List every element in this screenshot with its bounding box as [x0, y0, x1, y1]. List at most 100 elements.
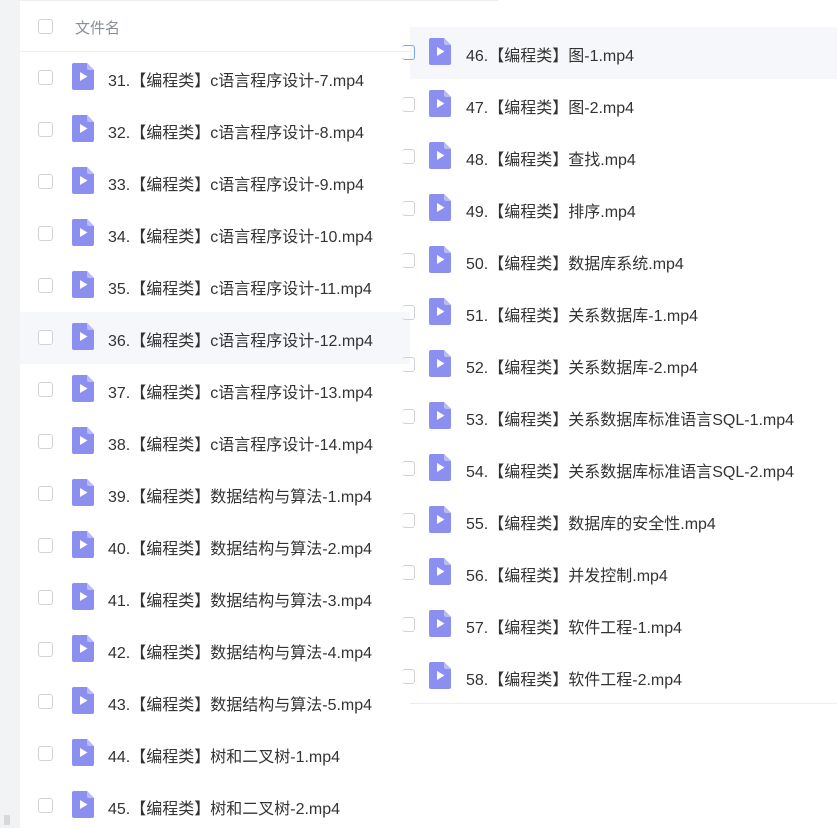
file-row[interactable]: 58.【编程类】软件工程-2.mp4	[402, 651, 837, 703]
file-row[interactable]: 49.【编程类】排序.mp4	[402, 183, 837, 235]
file-name[interactable]: 32.【编程类】c语言程序设计-8.mp4	[108, 119, 364, 143]
file-row[interactable]: 36.【编程类】c语言程序设计-12.mp4	[20, 312, 410, 364]
row-checkbox[interactable]	[38, 746, 53, 761]
file-row[interactable]: 47.【编程类】图-2.mp4	[402, 79, 837, 131]
file-name[interactable]: 41.【编程类】数据结构与算法-3.mp4	[108, 587, 372, 611]
file-name[interactable]: 56.【编程类】并发控制.mp4	[466, 562, 668, 586]
select-all-checkbox[interactable]	[38, 19, 53, 34]
right-file-list: 46.【编程类】图-1.mp4 47.【编程类】图-2.mp4 48.【编程类】查找…	[402, 27, 837, 703]
video-file-icon	[429, 142, 451, 169]
row-checkbox[interactable]	[38, 278, 53, 293]
file-row[interactable]: 44.【编程类】树和二叉树-1.mp4	[20, 728, 410, 780]
file-name[interactable]: 33.【编程类】c语言程序设计-9.mp4	[108, 171, 364, 195]
file-name[interactable]: 31.【编程类】c语言程序设计-7.mp4	[108, 67, 364, 91]
file-row[interactable]: 54.【编程类】关系数据库标准语言SQL-2.mp4	[402, 443, 837, 495]
video-file-icon	[72, 583, 94, 610]
file-name[interactable]: 50.【编程类】数据库系统.mp4	[466, 250, 684, 274]
row-checkbox[interactable]	[38, 642, 53, 657]
video-file-icon	[429, 246, 451, 273]
row-checkbox[interactable]	[402, 149, 415, 164]
file-name[interactable]: 44.【编程类】树和二叉树-1.mp4	[108, 743, 340, 767]
file-name[interactable]: 48.【编程类】查找.mp4	[466, 146, 636, 170]
file-row[interactable]: 56.【编程类】并发控制.mp4	[402, 547, 837, 599]
video-file-icon	[72, 427, 94, 454]
row-checkbox[interactable]	[402, 617, 415, 632]
row-checkbox[interactable]	[38, 538, 53, 553]
row-checkbox[interactable]	[402, 461, 415, 476]
file-row[interactable]: 43.【编程类】数据结构与算法-5.mp4	[20, 676, 410, 728]
video-file-icon	[72, 167, 94, 194]
row-checkbox[interactable]	[402, 45, 415, 60]
file-name[interactable]: 45.【编程类】树和二叉树-2.mp4	[108, 795, 340, 819]
file-row[interactable]: 37.【编程类】c语言程序设计-13.mp4	[20, 364, 410, 416]
file-name[interactable]: 37.【编程类】c语言程序设计-13.mp4	[108, 379, 373, 403]
file-name[interactable]: 42.【编程类】数据结构与算法-4.mp4	[108, 639, 372, 663]
file-name[interactable]: 38.【编程类】c语言程序设计-14.mp4	[108, 431, 373, 455]
file-name[interactable]: 54.【编程类】关系数据库标准语言SQL-2.mp4	[466, 458, 794, 482]
video-file-icon	[429, 194, 451, 221]
row-checkbox[interactable]	[38, 434, 53, 449]
file-name[interactable]: 40.【编程类】数据结构与算法-2.mp4	[108, 535, 372, 559]
file-name[interactable]: 47.【编程类】图-2.mp4	[466, 94, 634, 118]
row-checkbox[interactable]	[38, 590, 53, 605]
row-checkbox[interactable]	[402, 253, 415, 268]
row-checkbox[interactable]	[38, 122, 53, 137]
file-name[interactable]: 35.【编程类】c语言程序设计-11.mp4	[108, 275, 372, 299]
row-checkbox[interactable]	[402, 201, 415, 216]
file-name[interactable]: 43.【编程类】数据结构与算法-5.mp4	[108, 691, 372, 715]
file-row[interactable]: 32.【编程类】c语言程序设计-8.mp4	[20, 104, 410, 156]
file-row[interactable]: 40.【编程类】数据结构与算法-2.mp4	[20, 520, 410, 572]
file-row[interactable]: 45.【编程类】树和二叉树-2.mp4	[20, 780, 410, 828]
row-checkbox[interactable]	[38, 798, 53, 813]
file-name[interactable]: 58.【编程类】软件工程-2.mp4	[466, 666, 682, 690]
file-row[interactable]: 48.【编程类】查找.mp4	[402, 131, 837, 183]
row-checkbox[interactable]	[402, 97, 415, 112]
row-checkbox[interactable]	[38, 486, 53, 501]
file-row[interactable]: 53.【编程类】关系数据库标准语言SQL-1.mp4	[402, 391, 837, 443]
video-file-icon	[429, 350, 451, 377]
row-checkbox[interactable]	[38, 382, 53, 397]
video-file-icon	[72, 63, 94, 90]
file-row[interactable]: 50.【编程类】数据库系统.mp4	[402, 235, 837, 287]
file-row[interactable]: 51.【编程类】关系数据库-1.mp4	[402, 287, 837, 339]
row-checkbox[interactable]	[402, 513, 415, 528]
row-checkbox[interactable]	[402, 357, 415, 372]
file-name[interactable]: 52.【编程类】关系数据库-2.mp4	[466, 354, 698, 378]
row-checkbox[interactable]	[402, 565, 415, 580]
file-name[interactable]: 36.【编程类】c语言程序设计-12.mp4	[108, 327, 373, 351]
file-row[interactable]: 34.【编程类】c语言程序设计-10.mp4	[20, 208, 410, 260]
file-row[interactable]: 38.【编程类】c语言程序设计-14.mp4	[20, 416, 410, 468]
row-checkbox[interactable]	[402, 409, 415, 424]
file-row[interactable]: 33.【编程类】c语言程序设计-9.mp4	[20, 156, 410, 208]
row-checkbox[interactable]	[402, 669, 415, 684]
file-row[interactable]: 39.【编程类】数据结构与算法-1.mp4	[20, 468, 410, 520]
video-file-icon	[72, 635, 94, 662]
row-checkbox[interactable]	[38, 330, 53, 345]
row-checkbox[interactable]	[38, 226, 53, 241]
row-checkbox[interactable]	[38, 174, 53, 189]
file-row[interactable]: 52.【编程类】关系数据库-2.mp4	[402, 339, 837, 391]
file-name[interactable]: 49.【编程类】排序.mp4	[466, 198, 636, 222]
file-row[interactable]: 57.【编程类】软件工程-1.mp4	[402, 599, 837, 651]
file-row[interactable]: 42.【编程类】数据结构与算法-4.mp4	[20, 624, 410, 676]
row-checkbox[interactable]	[402, 305, 415, 320]
file-name[interactable]: 39.【编程类】数据结构与算法-1.mp4	[108, 483, 372, 507]
file-row[interactable]: 41.【编程类】数据结构与算法-3.mp4	[20, 572, 410, 624]
row-checkbox[interactable]	[38, 70, 53, 85]
file-name[interactable]: 53.【编程类】关系数据库标准语言SQL-1.mp4	[466, 406, 794, 430]
file-row[interactable]: 31.【编程类】c语言程序设计-7.mp4	[20, 52, 410, 104]
video-file-icon	[72, 323, 94, 350]
file-name[interactable]: 34.【编程类】c语言程序设计-10.mp4	[108, 223, 373, 247]
file-name[interactable]: 55.【编程类】数据库的安全性.mp4	[466, 510, 716, 534]
video-file-icon	[429, 610, 451, 637]
video-file-icon	[429, 558, 451, 585]
file-row[interactable]: 35.【编程类】c语言程序设计-11.mp4	[20, 260, 410, 312]
file-name[interactable]: 57.【编程类】软件工程-1.mp4	[466, 614, 682, 638]
file-name[interactable]: 51.【编程类】关系数据库-1.mp4	[466, 302, 698, 326]
video-file-icon	[72, 375, 94, 402]
file-row[interactable]: 46.【编程类】图-1.mp4	[402, 27, 837, 79]
file-name[interactable]: 46.【编程类】图-1.mp4	[466, 42, 634, 66]
file-list-page: 文件名 31.【编程类】c语言程序设计-7.mp4 32.【编程类】c语言程序设计…	[0, 0, 837, 828]
file-row[interactable]: 55.【编程类】数据库的安全性.mp4	[402, 495, 837, 547]
row-checkbox[interactable]	[38, 694, 53, 709]
